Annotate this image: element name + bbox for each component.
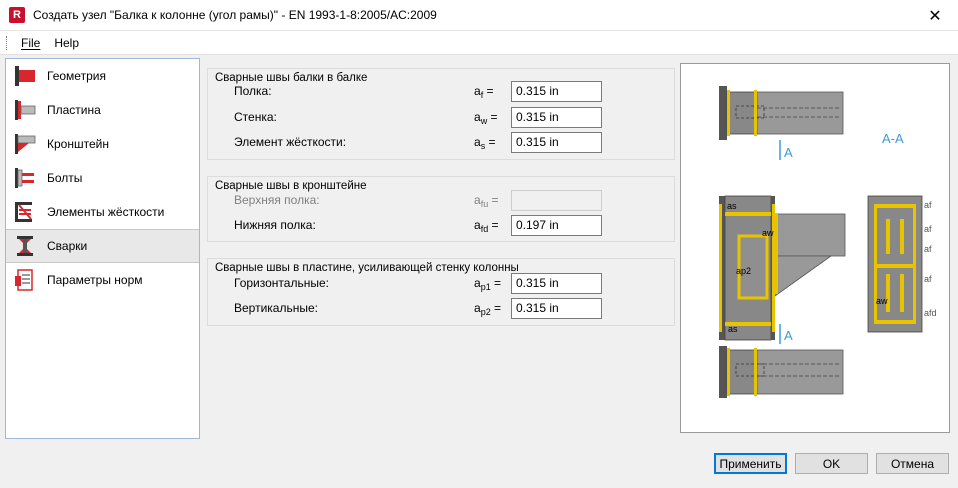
- nav-item-label: Геометрия: [47, 69, 106, 83]
- group-bracket-welds: Сварные швы в кронштейне Верхняя полка: …: [207, 176, 675, 242]
- field-label: Верхняя полка:: [234, 193, 320, 207]
- field-symbol: as =: [474, 135, 496, 151]
- bottom-view: [719, 346, 844, 398]
- section-label: A-A: [882, 131, 904, 146]
- menu-file[interactable]: File: [17, 34, 44, 52]
- app-icon: R: [9, 7, 25, 23]
- nav-item-label: Болты: [47, 171, 83, 185]
- window-title: Создать узел "Балка к колонне (угол рамы…: [33, 8, 437, 22]
- nav-item-label: Кронштейн: [47, 137, 109, 151]
- svg-text:af: af: [924, 244, 932, 254]
- field-row-bottom-flange: Нижняя полка: afd = 0.197 in: [208, 215, 674, 236]
- svg-text:ap2: ap2: [736, 266, 751, 276]
- weld-diagram-svg: A A-A as aw ap2 as A af af af af aw afd: [719, 86, 937, 398]
- svg-text:af: af: [924, 224, 932, 234]
- bottom-flange-weld-input[interactable]: 0.197 in: [511, 215, 602, 236]
- field-symbol: ap2 =: [474, 301, 502, 317]
- stiffener-weld-input[interactable]: 0.315 in: [511, 132, 602, 153]
- field-row-horizontal: Горизонтальные: ap1 = 0.315 in: [208, 273, 674, 294]
- svg-text:aw: aw: [876, 296, 888, 306]
- bolts-icon: [15, 168, 34, 188]
- menu-help[interactable]: Help: [50, 34, 83, 52]
- field-symbol: aw =: [474, 110, 498, 126]
- nav-item-label: Сварки: [47, 239, 88, 253]
- vertical-weld-input[interactable]: 0.315 in: [511, 298, 602, 319]
- flange-weld-input[interactable]: 0.315 in: [511, 81, 602, 102]
- nav-item-label: Пластина: [47, 103, 101, 117]
- field-label: Стенка:: [234, 110, 277, 124]
- svg-text:aw: aw: [762, 228, 774, 238]
- welds-icon: [17, 236, 33, 256]
- field-row-stiffener: Элемент жёсткости: as = 0.315 in: [208, 132, 674, 153]
- nav-item-plate[interactable]: Пластина: [6, 93, 199, 127]
- top-flange-weld-input: [511, 190, 602, 211]
- stiffeners-icon: [15, 202, 32, 222]
- plate-icon: [15, 100, 36, 120]
- nav-item-label: Элементы жёсткости: [47, 205, 165, 219]
- group-plate-welds: Сварные швы в пластине, усиливающей стен…: [207, 258, 675, 326]
- field-row-web: Стенка: aw = 0.315 in: [208, 107, 674, 128]
- horizontal-weld-input[interactable]: 0.315 in: [511, 273, 602, 294]
- elevation-view: as aw ap2 as: [719, 195, 846, 341]
- geometry-icon: [15, 66, 35, 86]
- field-symbol: afd =: [474, 218, 499, 234]
- menu-bar: File Help: [0, 31, 958, 55]
- field-symbol: ap1 =: [474, 276, 502, 292]
- nav-item-label: Параметры норм: [47, 273, 143, 287]
- menu-grip: [6, 35, 9, 50]
- cut-label-top: A: [784, 145, 793, 160]
- svg-text:as: as: [728, 324, 738, 334]
- group-beam-welds: Сварные швы балки в балке Полка: af = 0.…: [207, 68, 675, 160]
- field-label: Полка:: [234, 84, 272, 98]
- field-symbol: afu =: [474, 193, 499, 209]
- field-label: Вертикальные:: [234, 301, 318, 315]
- field-row-vertical: Вертикальные: ap2 = 0.315 in: [208, 298, 674, 319]
- svg-text:af: af: [924, 200, 932, 210]
- nav-item-code-params[interactable]: Параметры норм: [6, 263, 199, 297]
- svg-text:as: as: [727, 201, 737, 211]
- field-row-flange: Полка: af = 0.315 in: [208, 81, 674, 102]
- top-view: [719, 86, 844, 140]
- nav-item-bracket[interactable]: Кронштейн: [6, 127, 199, 161]
- field-label: Нижняя полка:: [234, 218, 316, 232]
- cut-label-bottom: A: [784, 328, 793, 343]
- ok-button[interactable]: OK: [795, 453, 868, 474]
- apply-button[interactable]: Применить: [714, 453, 787, 474]
- title-bar: R Создать узел "Балка к колонне (угол ра…: [0, 0, 958, 31]
- nav-item-welds[interactable]: Сварки: [6, 229, 199, 263]
- bracket-icon: [15, 134, 36, 154]
- cancel-button[interactable]: Отмена: [876, 453, 949, 474]
- weld-diagram: A A-A as aw ap2 as A af af af af aw afd: [680, 63, 950, 433]
- field-label: Горизонтальные:: [234, 276, 329, 290]
- nav-item-geometry[interactable]: Геометрия: [6, 59, 199, 93]
- section-view: af af af af aw afd: [867, 195, 937, 333]
- code-params-icon: [15, 269, 33, 291]
- svg-text:afd: afd: [924, 308, 937, 318]
- field-row-top-flange: Верхняя полка: afu =: [208, 190, 674, 211]
- nav-item-stiffeners[interactable]: Элементы жёсткости: [6, 195, 199, 229]
- close-button[interactable]: ✕: [912, 0, 958, 31]
- svg-text:af: af: [924, 274, 932, 284]
- category-list: Геометрия Пластина Кронштейн Болты Элеме…: [5, 58, 200, 439]
- web-weld-input[interactable]: 0.315 in: [511, 107, 602, 128]
- field-label: Элемент жёсткости:: [234, 135, 347, 149]
- nav-item-bolts[interactable]: Болты: [6, 161, 199, 195]
- close-icon: ✕: [928, 7, 942, 25]
- field-symbol: af =: [474, 84, 494, 100]
